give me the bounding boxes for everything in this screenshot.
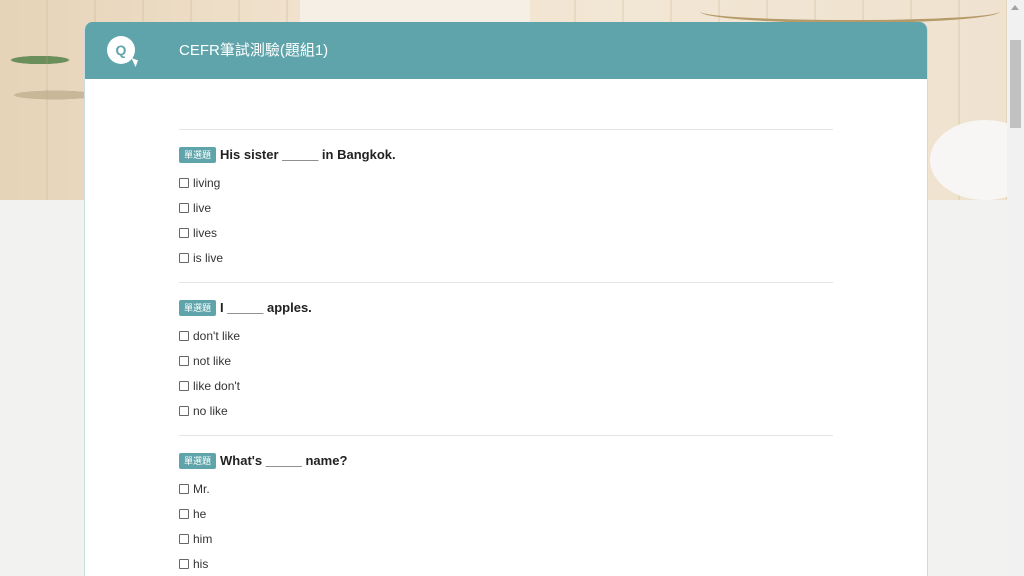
option-dont-like[interactable]: don't like [179, 323, 833, 348]
question-type-badge: 單選題 [179, 299, 217, 316]
scroll-up-arrow-icon[interactable] [1011, 5, 1019, 10]
option-him[interactable]: him [179, 526, 833, 551]
option-label: he [193, 506, 207, 521]
vertical-scrollbar[interactable] [1007, 0, 1024, 576]
option-checkbox[interactable] [179, 330, 189, 341]
option-live[interactable]: live [179, 195, 833, 220]
option-is-live[interactable]: is live [179, 245, 833, 270]
option-label: no like [193, 403, 228, 418]
q-badge-icon: Q [107, 36, 135, 64]
scrollbar-thumb[interactable] [1010, 40, 1021, 128]
option-label: his [193, 556, 209, 571]
option-checkbox[interactable] [179, 380, 189, 391]
option-label: not like [193, 353, 232, 368]
option-checkbox[interactable] [179, 405, 189, 416]
option-label: lives [193, 225, 218, 240]
option-checkbox[interactable] [179, 483, 189, 494]
option-not-like[interactable]: not like [179, 348, 833, 373]
option-living[interactable]: living [179, 170, 833, 195]
question-2: 單選題 I _____ apples. don't like not like … [179, 282, 833, 435]
question-list: 單選題 His sister _____ in Bangkok. living … [179, 129, 833, 576]
question-1: 單選題 His sister _____ in Bangkok. living … [179, 129, 833, 282]
question-type-badge: 單選題 [179, 452, 217, 469]
option-checkbox[interactable] [179, 558, 189, 569]
option-label: like don't [193, 378, 240, 393]
question-heading: 單選題 His sister _____ in Bangkok. [179, 146, 833, 163]
question-text: What's _____ name? [220, 453, 348, 468]
option-label: him [193, 531, 213, 546]
option-checkbox[interactable] [179, 177, 189, 188]
option-checkbox[interactable] [179, 533, 189, 544]
page-title: CEFR筆試測驗(題組1) [179, 42, 329, 59]
option-label: don't like [193, 328, 240, 343]
option-label: living [193, 175, 221, 190]
question-heading: 單選題 I _____ apples. [179, 299, 833, 316]
question-heading: 單選題 What's _____ name? [179, 452, 833, 469]
option-his[interactable]: his [179, 551, 833, 576]
question-3: 單選題 What's _____ name? Mr. he him his [179, 435, 833, 576]
question-type-badge: 單選題 [179, 146, 217, 163]
question-text: I _____ apples. [220, 300, 312, 315]
option-checkbox[interactable] [179, 355, 189, 366]
option-checkbox[interactable] [179, 202, 189, 213]
option-checkbox[interactable] [179, 508, 189, 519]
background-glasses [700, 0, 1000, 23]
option-mr[interactable]: Mr. [179, 476, 833, 501]
question-text: His sister _____ in Bangkok. [220, 147, 396, 162]
option-he[interactable]: he [179, 501, 833, 526]
quiz-card: Q CEFR筆試測驗(題組1) 單選題 His sister _____ in … [84, 22, 928, 576]
option-no-like[interactable]: no like [179, 398, 833, 423]
option-like-dont[interactable]: like don't [179, 373, 833, 398]
option-label: is live [193, 250, 224, 265]
option-label: live [193, 200, 212, 215]
option-checkbox[interactable] [179, 227, 189, 238]
background-keyboard [300, 0, 530, 23]
option-lives[interactable]: lives [179, 220, 833, 245]
option-checkbox[interactable] [179, 252, 189, 263]
card-header: Q CEFR筆試測驗(題組1) [85, 22, 927, 79]
option-label: Mr. [193, 481, 210, 496]
